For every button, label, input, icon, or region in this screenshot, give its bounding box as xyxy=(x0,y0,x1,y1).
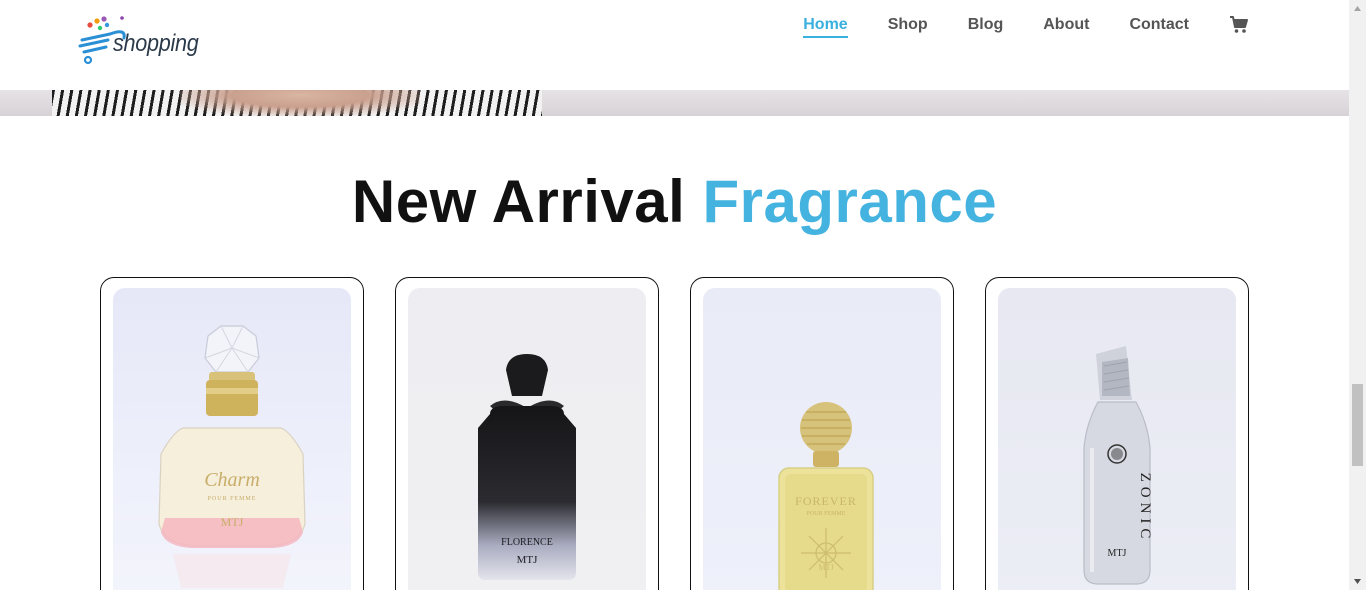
bottle-label-text: FLORENCE xyxy=(501,537,553,548)
bottle-sub-text: POUR FEMME xyxy=(807,511,846,517)
main-nav: Home Shop Blog About Contact xyxy=(763,14,1249,38)
bottle-sub-text: POUR FEMME xyxy=(208,496,257,502)
brand-logo[interactable]: shopping xyxy=(78,14,208,70)
scroll-down-arrow-icon[interactable] xyxy=(1349,573,1366,590)
product-image[interactable]: ZONIC MTJ xyxy=(998,288,1236,590)
page-scrollbar[interactable] xyxy=(1349,0,1366,590)
site-header: shopping Home Shop Blog About Contact xyxy=(0,0,1349,90)
product-card[interactable]: FLORENCE MTJ xyxy=(395,277,659,590)
section-title-main: New Arrival xyxy=(351,168,686,235)
product-image[interactable]: FOREVER POUR FEMME MTJ xyxy=(703,288,941,590)
bottle-brand-text: MTJ xyxy=(517,554,539,566)
cart-icon[interactable] xyxy=(1229,15,1249,35)
bottle-label-text: Charm xyxy=(204,469,260,491)
bottle-label-text: FOREVER xyxy=(795,494,857,508)
scroll-up-arrow-icon[interactable] xyxy=(1349,0,1366,17)
section-title: New Arrival Fragrance xyxy=(0,166,1349,238)
logo-text: shopping xyxy=(113,30,199,57)
product-card[interactable]: ZONIC MTJ xyxy=(985,277,1249,590)
nav-about[interactable]: About xyxy=(1043,14,1089,36)
bottle-brand-text: MTJ xyxy=(818,563,833,572)
nav-shop[interactable]: Shop xyxy=(888,14,928,36)
product-image[interactable]: FLORENCE MTJ xyxy=(408,288,646,590)
product-card[interactable]: FOREVER POUR FEMME MTJ xyxy=(690,277,954,590)
nav-blog[interactable]: Blog xyxy=(968,14,1004,36)
scrollbar-thumb[interactable] xyxy=(1352,384,1363,466)
bottle-brand-text: MTJ xyxy=(221,515,244,529)
bottle-label-text: ZONIC xyxy=(1137,473,1153,544)
product-card[interactable]: Charm POUR FEMME MTJ xyxy=(100,277,364,590)
nav-contact[interactable]: Contact xyxy=(1129,14,1189,36)
hero-model-detail xyxy=(180,90,420,116)
hero-banner-image xyxy=(0,90,1349,116)
section-title-accent: Fragrance xyxy=(702,168,998,235)
nav-home[interactable]: Home xyxy=(803,14,849,38)
product-image[interactable]: Charm POUR FEMME MTJ xyxy=(113,288,351,590)
bottle-brand-text: MTJ xyxy=(1108,548,1127,559)
